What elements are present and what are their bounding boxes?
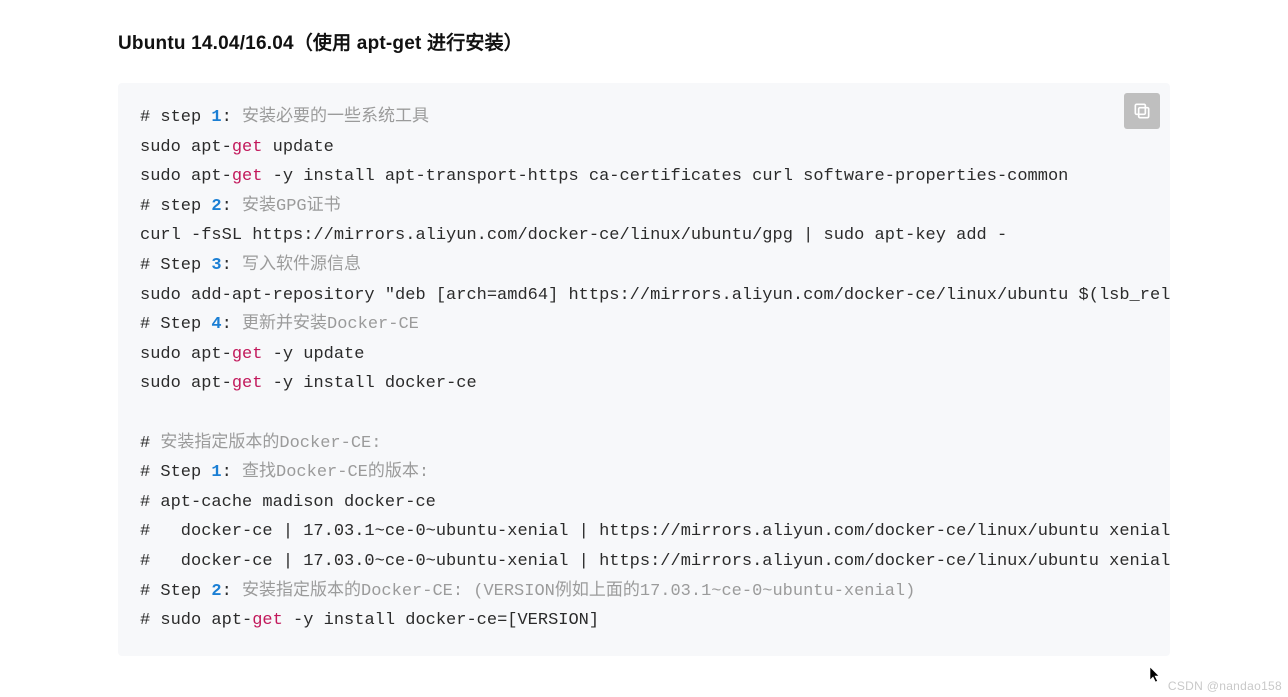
code-block: # step 1: 安装必要的一些系统工具 sudo apt-get updat… (118, 83, 1170, 656)
page: Ubuntu 14.04/16.04（使用 apt-get 进行安装） # st… (0, 0, 1288, 697)
copy-button[interactable] (1124, 93, 1160, 129)
copy-icon (1132, 101, 1152, 121)
code-text: # step 1: 安装必要的一些系统工具 sudo apt-get updat… (140, 103, 1148, 636)
code-scroll-area[interactable]: # step 1: 安装必要的一些系统工具 sudo apt-get updat… (118, 83, 1170, 656)
article-content: Ubuntu 14.04/16.04（使用 apt-get 进行安装） # st… (0, 0, 1288, 656)
section-title: Ubuntu 14.04/16.04（使用 apt-get 进行安装） (118, 28, 1170, 55)
cursor-icon (1150, 667, 1162, 683)
watermark: CSDN @nandao158 (1168, 679, 1282, 693)
